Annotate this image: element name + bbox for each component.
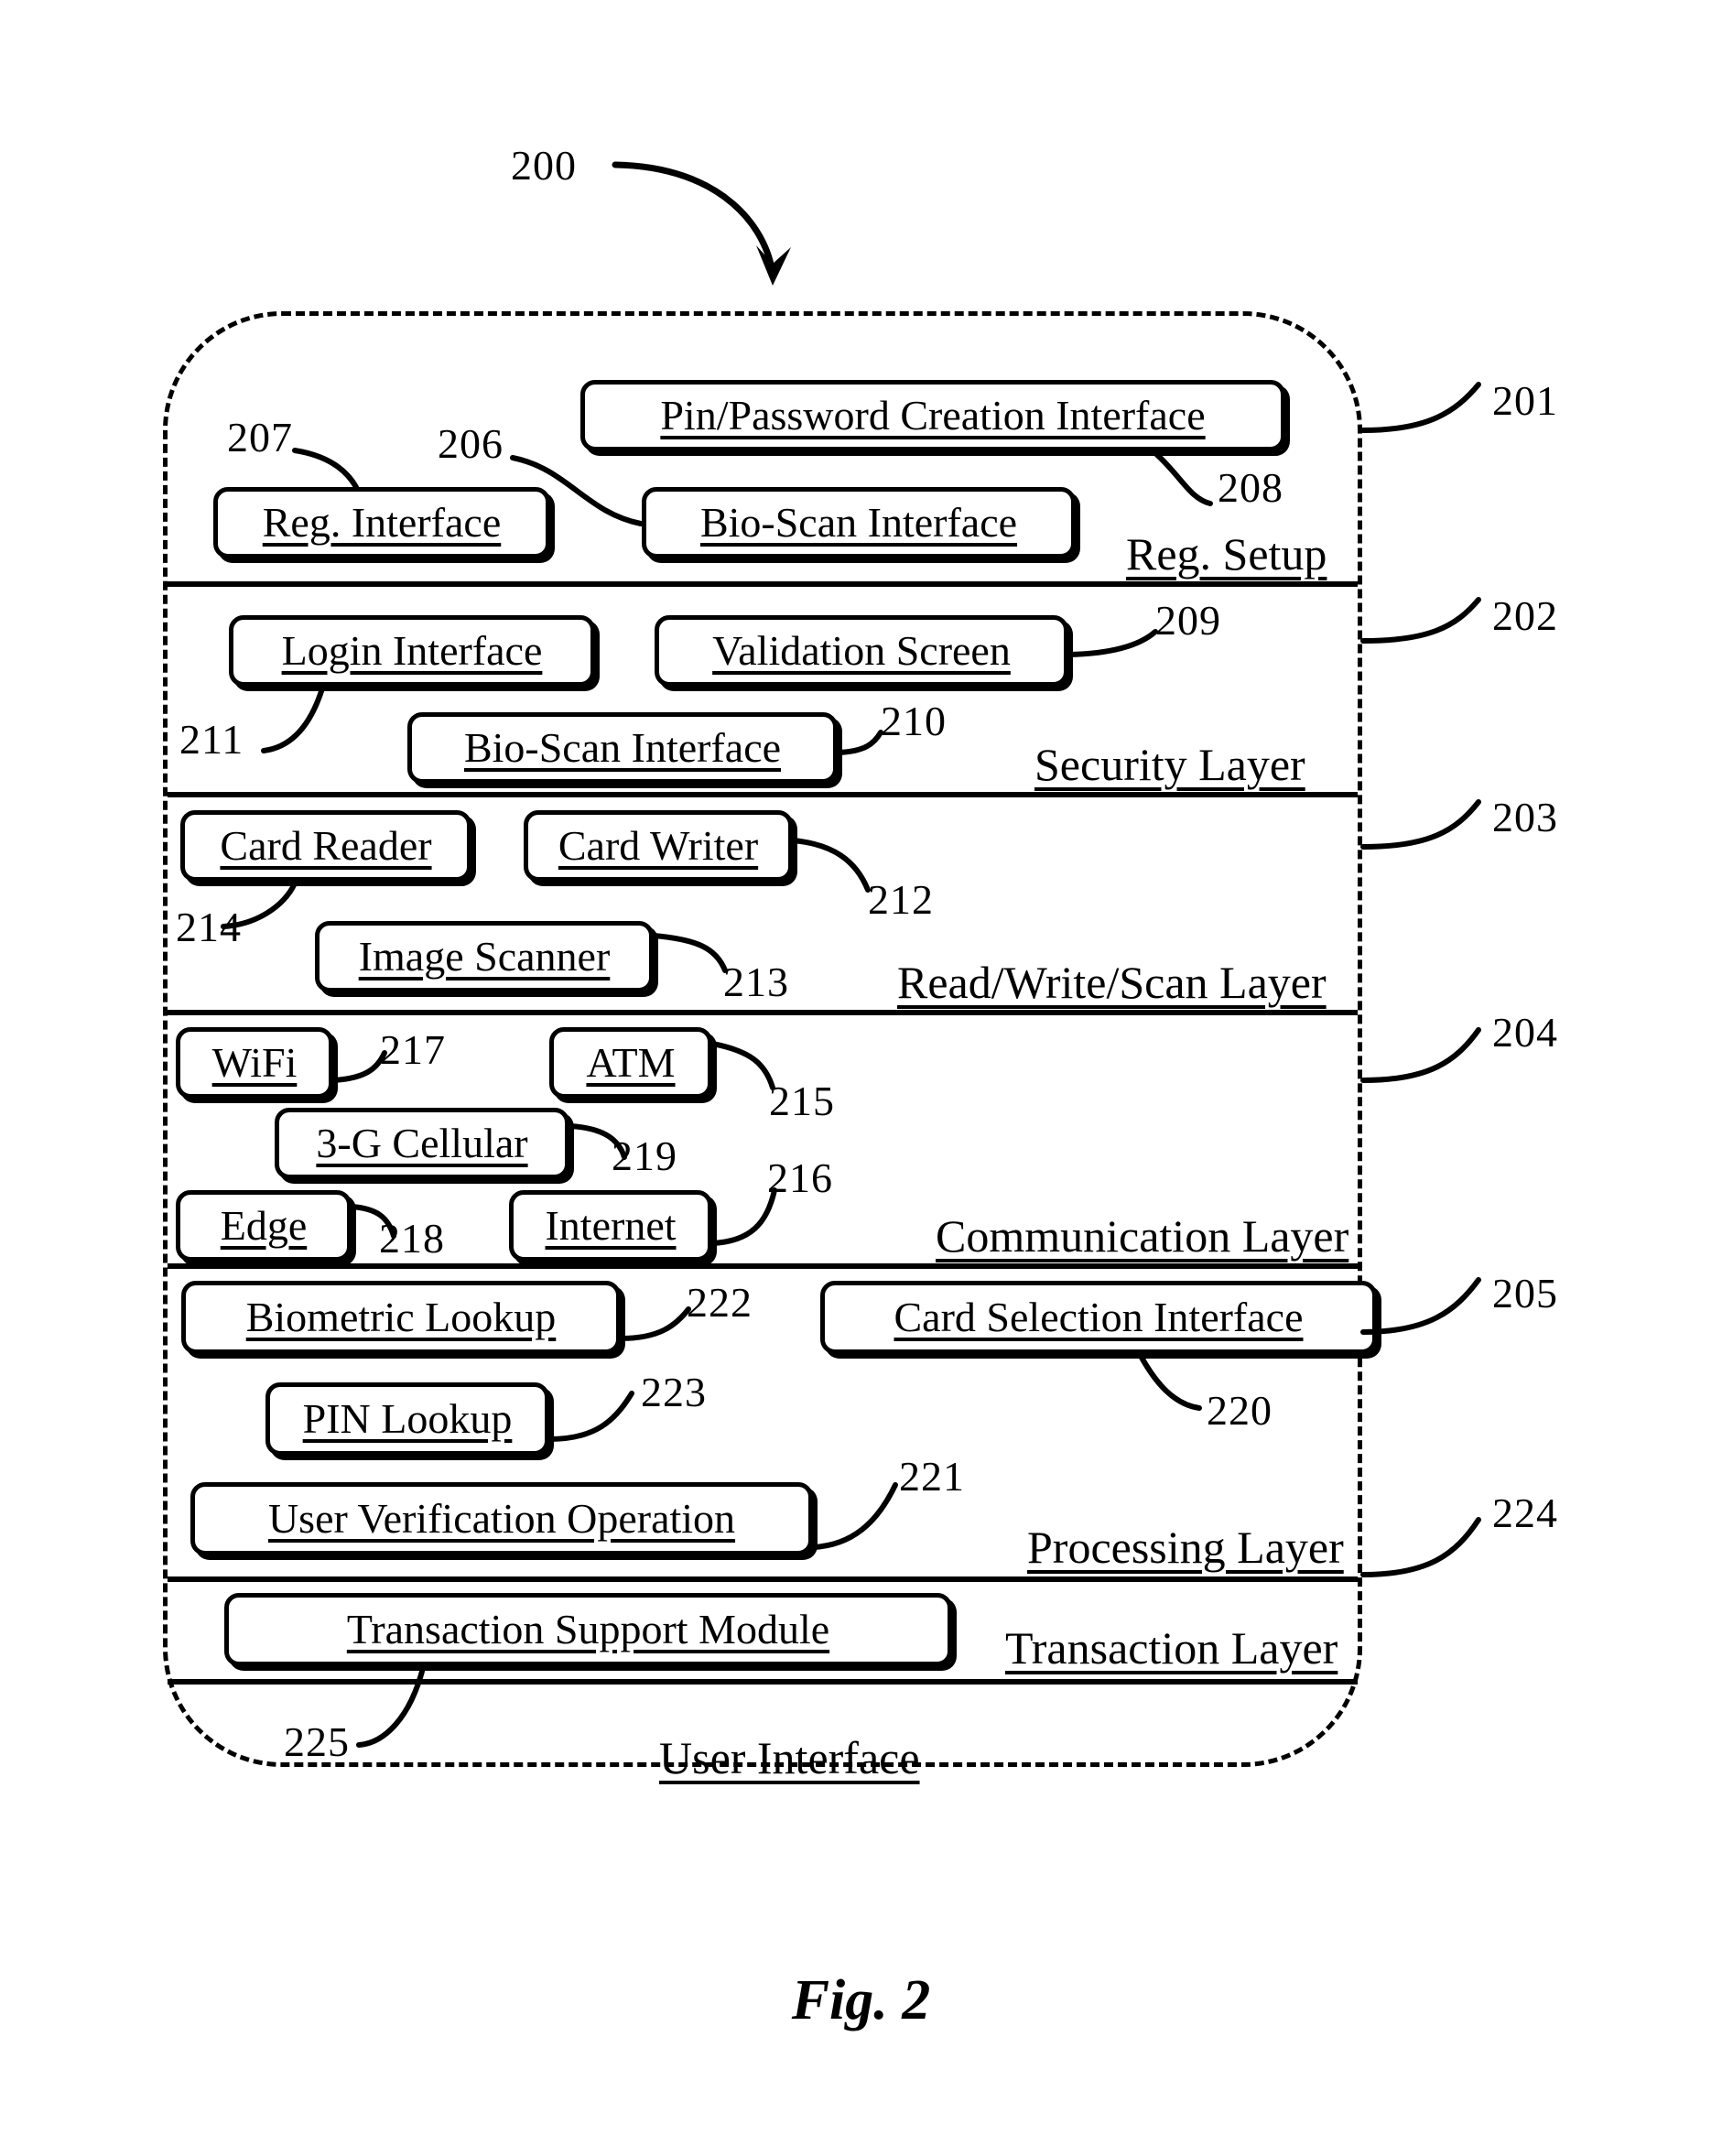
module-label: Bio-Scan Interface [463, 724, 782, 771]
ref-202: 202 [1492, 592, 1558, 639]
module-edge[interactable]: Edge [176, 1190, 352, 1262]
module-image-scanner[interactable]: Image Scanner [315, 921, 654, 992]
ref-203: 203 [1492, 794, 1558, 840]
module-internet[interactable]: Internet [509, 1190, 712, 1262]
ref-225: 225 [284, 1718, 350, 1765]
module-label: Card Writer [558, 822, 759, 869]
ref-201: 201 [1492, 377, 1558, 424]
layer-label-transaction: Transaction Layer [1005, 1622, 1338, 1674]
module-label: WiFi [211, 1039, 298, 1086]
module-label: Internet [545, 1202, 677, 1249]
layer-divider-readwrite-communication [168, 1010, 1358, 1015]
leader-200 [612, 161, 776, 278]
layer-label-processing: Processing Layer [1027, 1522, 1344, 1573]
leader-200-arrowhead [756, 245, 791, 286]
ref-207: 207 [227, 414, 293, 460]
layer-divider-processing-transaction [168, 1576, 1358, 1582]
ref-212: 212 [868, 876, 934, 923]
layer-label-reg-setup: Reg. Setup [1126, 528, 1327, 580]
ref-220: 220 [1207, 1387, 1273, 1434]
leader-205 [1360, 1277, 1481, 1335]
module-pin-password-creation-interface[interactable]: Pin/Password Creation Interface [580, 380, 1285, 451]
module-atm[interactable]: ATM [549, 1027, 712, 1099]
module-bio-scan-interface-registration[interactable]: Bio-Scan Interface [642, 487, 1076, 558]
layer-divider-communication-processing [168, 1263, 1358, 1269]
module-card-reader[interactable]: Card Reader [180, 810, 471, 882]
module-label: Card Selection Interface [893, 1294, 1304, 1340]
ref-215: 215 [769, 1078, 835, 1124]
ref-217: 217 [380, 1026, 446, 1073]
figure-caption: Fig. 2 [791, 1969, 931, 2031]
ref-222: 222 [687, 1279, 753, 1326]
ref-224: 224 [1492, 1490, 1558, 1536]
layer-label-readwritescan: Read/Write/Scan Layer [897, 957, 1327, 1008]
ref-208: 208 [1218, 464, 1283, 511]
ref-221: 221 [899, 1453, 965, 1500]
ref-223: 223 [641, 1369, 707, 1415]
module-reg-interface[interactable]: Reg. Interface [213, 487, 550, 558]
leader-201 [1360, 382, 1481, 433]
ref-200: 200 [511, 142, 577, 189]
module-label: Card Reader [220, 822, 432, 869]
module-label: Login Interface [281, 627, 543, 674]
module-transaction-support-module[interactable]: Transaction Support Module [224, 1593, 952, 1666]
ref-206: 206 [438, 420, 504, 467]
ref-219: 219 [612, 1132, 677, 1179]
module-label: Bio-Scan Interface [699, 499, 1018, 546]
leader-202 [1360, 597, 1481, 644]
leader-224 [1360, 1517, 1481, 1577]
module-label: 3-G Cellular [316, 1120, 528, 1166]
layer-label-security: Security Layer [1034, 739, 1305, 790]
module-label: Edge [220, 1202, 308, 1249]
module-label: Biometric Lookup [245, 1294, 557, 1340]
module-label: Pin/Password Creation Interface [660, 392, 1206, 439]
module-label: PIN Lookup [302, 1395, 513, 1442]
module-label: ATM [586, 1039, 676, 1086]
leader-204 [1360, 1027, 1481, 1083]
layer-divider-reg-setup-security [168, 581, 1358, 587]
module-pin-lookup[interactable]: PIN Lookup [265, 1382, 549, 1456]
module-label: User Verification Operation [267, 1495, 736, 1542]
ref-210: 210 [881, 698, 947, 744]
module-3g-cellular[interactable]: 3-G Cellular [275, 1108, 569, 1179]
ref-205: 205 [1492, 1270, 1558, 1316]
module-validation-screen[interactable]: Validation Screen [655, 615, 1068, 687]
ref-209: 209 [1155, 597, 1221, 644]
ref-211: 211 [179, 716, 244, 763]
module-label: Image Scanner [358, 933, 611, 980]
layer-divider-security-readwrite [168, 792, 1358, 797]
ref-214: 214 [176, 904, 242, 950]
layer-label-communication: Communication Layer [936, 1210, 1349, 1262]
module-biometric-lookup[interactable]: Biometric Lookup [181, 1281, 621, 1354]
leader-203 [1360, 799, 1481, 850]
layer-label-user-interface: User Interface [659, 1732, 920, 1783]
ref-218: 218 [379, 1215, 445, 1262]
layer-divider-transaction-userinterface [168, 1679, 1358, 1685]
module-label: Transaction Support Module [346, 1606, 830, 1652]
module-user-verification-operation[interactable]: User Verification Operation [190, 1482, 813, 1555]
module-label: Validation Screen [712, 627, 1011, 674]
module-card-selection-interface[interactable]: Card Selection Interface [820, 1281, 1377, 1354]
module-label: Reg. Interface [262, 499, 502, 546]
ref-204: 204 [1492, 1009, 1558, 1056]
module-wifi[interactable]: WiFi [176, 1027, 333, 1099]
ref-216: 216 [767, 1154, 833, 1201]
module-login-interface[interactable]: Login Interface [229, 615, 595, 687]
ref-213: 213 [723, 959, 789, 1005]
module-bio-scan-interface-security[interactable]: Bio-Scan Interface [407, 712, 838, 784]
module-card-writer[interactable]: Card Writer [524, 810, 793, 882]
